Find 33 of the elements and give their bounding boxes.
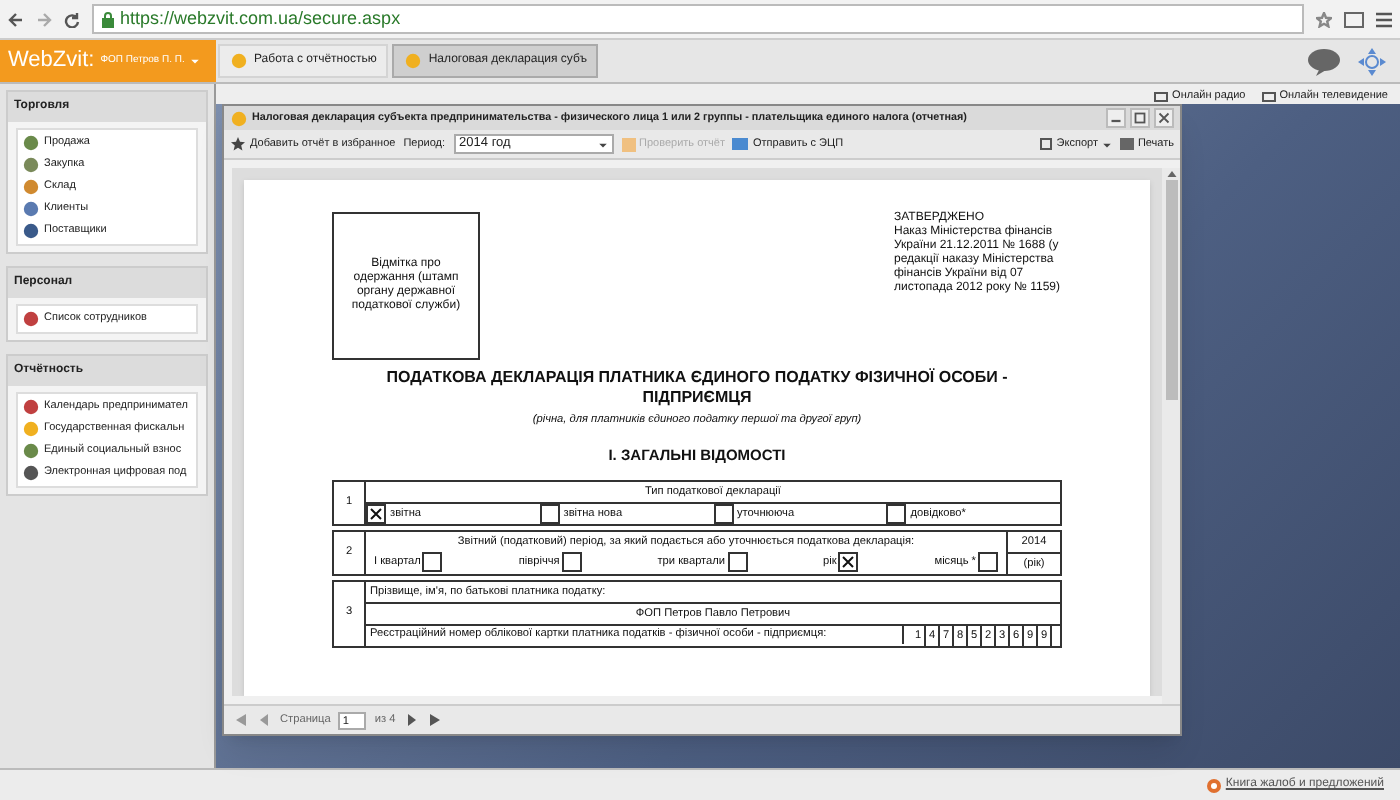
close-button[interactable] [1154, 108, 1174, 128]
url-text: https://webzvit.com.ua/secure.aspx [120, 5, 401, 32]
next-page-icon[interactable] [403, 712, 420, 728]
checkbox[interactable] [727, 551, 748, 572]
menu-icon[interactable] [1376, 11, 1392, 27]
maximize-button[interactable] [1130, 108, 1150, 128]
close-icon [1158, 112, 1170, 124]
minimize-button[interactable] [1106, 108, 1126, 128]
app-logo: WebZvit: [8, 46, 95, 77]
caret-icon [597, 139, 608, 149]
move-icon[interactable] [1356, 45, 1388, 77]
star-icon[interactable] [230, 136, 246, 152]
checkbox[interactable] [366, 503, 386, 524]
checkbox[interactable] [838, 551, 859, 572]
lock-icon [102, 11, 114, 27]
checkbox[interactable] [713, 503, 733, 524]
checkbox[interactable] [977, 551, 998, 572]
scrollbar[interactable] [1162, 168, 1180, 704]
last-page-icon[interactable] [427, 712, 444, 728]
reload-icon[interactable] [64, 11, 80, 27]
address-bar[interactable]: https://webzvit.com.ua/secure.aspx [92, 4, 1304, 34]
lifebuoy-icon [1205, 777, 1222, 793]
star-icon[interactable] [1316, 11, 1332, 27]
checkbox[interactable] [561, 551, 582, 572]
chat-bubble-icon[interactable] [1308, 47, 1344, 75]
back-icon[interactable] [8, 11, 24, 27]
document-title: ПОДАТКОВА ДЕКЛАРАЦІЯ ПЛАТНИКА ЄДИНОГО ПОДАТКУ ФІЗИЧНОЇ ОСОБИ - ПІДПРИЄМЦЯ [384, 368, 1010, 408]
maximize-icon [1134, 112, 1146, 124]
checkbox[interactable] [422, 551, 443, 572]
caret-icon [1101, 139, 1112, 149]
checkbox[interactable] [539, 503, 560, 524]
checkbox[interactable] [886, 503, 907, 524]
item-icon [22, 310, 40, 328]
